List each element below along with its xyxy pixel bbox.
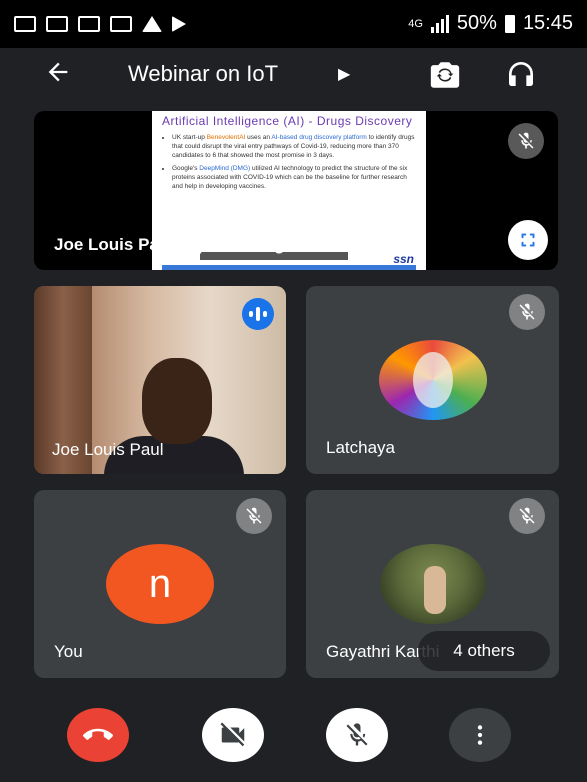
participant-name: Joe Louis Paul	[52, 440, 164, 459]
fullscreen-icon	[521, 233, 535, 247]
participant-tile-you[interactable]: n You	[34, 490, 286, 678]
switch-camera-button[interactable]	[428, 58, 462, 92]
mic-off-icon	[508, 123, 544, 159]
bullet-text: UK start-up	[172, 134, 207, 141]
presentation-tile[interactable]: Artificial Intelligence (AI) - Drugs Dis…	[34, 111, 558, 270]
slide-bullet: UK start-up BenevolentAI uses an AI-base…	[172, 133, 416, 160]
hang-up-button[interactable]	[67, 708, 129, 762]
camera-toggle-button[interactable]	[202, 708, 264, 762]
mic-off-icon	[509, 294, 545, 330]
arrow-left-icon	[48, 62, 68, 82]
gallery-icon	[110, 16, 132, 32]
slide-footer-bar	[162, 265, 416, 270]
caret-right-icon[interactable]: ▶	[338, 64, 350, 84]
play-store-icon	[172, 16, 186, 32]
avatar	[379, 340, 487, 420]
participant-name: Latchaya	[326, 438, 395, 457]
slide-bullets: UK start-up BenevolentAI uses an AI-base…	[162, 133, 416, 191]
network-type: 4G	[408, 17, 423, 30]
bullet-text: uses an	[245, 134, 272, 141]
mic-toggle-button[interactable]	[326, 708, 388, 762]
status-bar: 4G 50% 15:45	[0, 0, 587, 48]
app-bar: Webinar on IoT ▶	[0, 48, 587, 106]
meeting-title[interactable]: Webinar on IoT	[128, 61, 278, 87]
bullet-org: DeepMind (DMG)	[199, 165, 251, 172]
mic-off-icon	[346, 723, 368, 746]
call-controls	[0, 690, 587, 782]
back-button[interactable]	[44, 58, 72, 94]
more-options-button[interactable]	[449, 708, 511, 762]
phone-hangup-icon	[83, 728, 113, 740]
slide-title: Artificial Intelligence (AI) - Drugs Dis…	[162, 114, 413, 128]
ssn-logo: ssn	[393, 252, 414, 266]
fullscreen-button[interactable]	[508, 220, 548, 260]
camera-off-icon	[220, 722, 245, 747]
video-person-head	[142, 358, 212, 444]
battery-percent: 50%	[456, 12, 497, 34]
meet-call-screen: 4G 50% 15:45 Webinar on IoT ▶ Artificial…	[0, 0, 587, 782]
warning-icon	[142, 16, 162, 32]
avatar: n	[106, 544, 214, 624]
mic-off-icon	[509, 498, 545, 534]
mic-off-icon	[236, 498, 272, 534]
more-vert-icon	[477, 725, 483, 745]
avatar	[380, 544, 486, 624]
notification-icon	[14, 16, 36, 32]
bullet-text: Google's	[172, 165, 200, 172]
switch-camera-icon	[430, 62, 460, 88]
avatar-face	[413, 352, 453, 408]
participant-name: You	[54, 642, 83, 661]
clock: 15:45	[522, 12, 573, 34]
bullet-link: AI-based drug discovery platform	[271, 134, 367, 141]
mail-icon	[78, 16, 100, 32]
participant-tile-latchaya[interactable]: Latchaya	[306, 286, 559, 474]
signal-icon	[430, 14, 449, 33]
bullet-org: BenevolentAI	[206, 134, 246, 141]
others-button[interactable]: 4 others	[418, 631, 550, 671]
presenter-label: Joe Louis Paul is presenting	[54, 235, 285, 254]
slide-bullet: Google's DeepMind (DMG) utilized AI tech…	[172, 164, 416, 191]
battery-icon	[504, 14, 515, 33]
image-icon	[46, 16, 68, 32]
participant-tile-joe[interactable]: Joe Louis Paul	[34, 286, 286, 474]
headphones-icon	[509, 62, 533, 86]
audio-output-button[interactable]	[505, 58, 539, 92]
speaking-indicator-icon	[242, 298, 274, 330]
avatar-figure	[424, 566, 446, 614]
